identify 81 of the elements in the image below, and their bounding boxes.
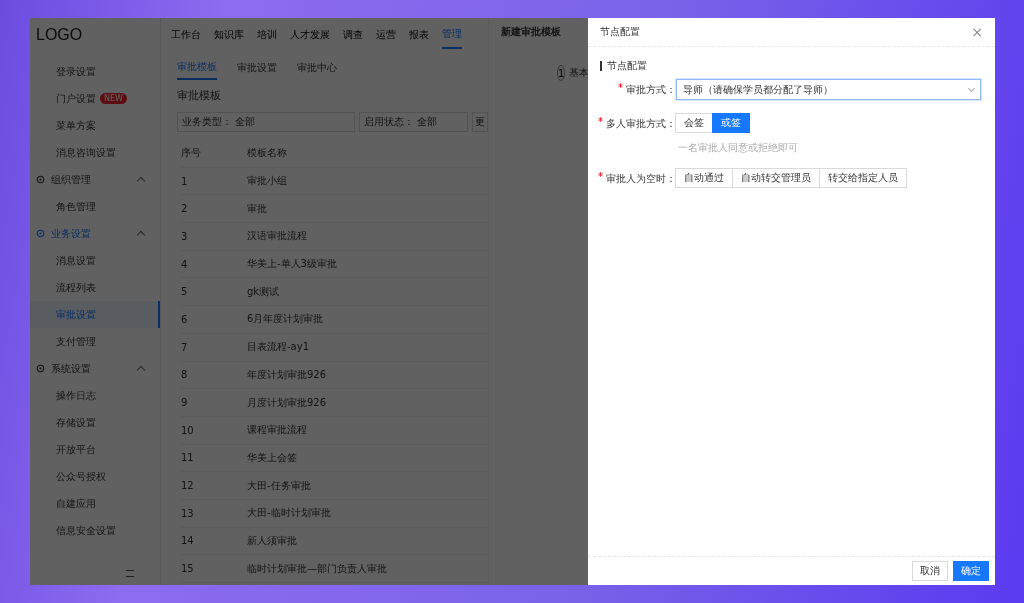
sub-tab[interactable]: 审批中心 <box>297 57 337 79</box>
sidebar-item[interactable]: 菜单方案 <box>30 112 160 139</box>
option-button[interactable]: 或签 <box>712 113 750 133</box>
select-field[interactable]: 导师（请确保学员都分配了导师） <box>676 79 981 100</box>
table-cell-text: 10 <box>181 424 195 436</box>
table-cell-text: 5 <box>181 286 189 298</box>
table-cell: 新人须审批 <box>247 533 297 548</box>
table-cell-text: 2 <box>181 203 189 215</box>
drawer-title: 节点配置 <box>600 25 640 39</box>
table-cell-text: 14 <box>181 535 195 547</box>
nav-tab[interactable]: 培训 <box>257 22 277 48</box>
nav-tab[interactable]: 人才发展 <box>290 22 330 48</box>
option-button[interactable]: 会签 <box>675 113 713 133</box>
field-label: 审批人为空时： <box>606 172 676 186</box>
sidebar-item[interactable]: 操作日志 <box>30 382 160 409</box>
table-cell: 课程审批流程 <box>247 423 307 438</box>
sidebar-item[interactable]: 信息安全设置 <box>30 517 160 544</box>
section-heading: 审批模板 <box>176 88 222 104</box>
option-button[interactable]: 自动通过 <box>675 168 733 188</box>
table-cell-text: 1 <box>181 175 189 187</box>
nav-tab[interactable]: 工作台 <box>171 22 201 48</box>
filter-select[interactable]: 更 <box>472 112 488 132</box>
field-label: 审批方式： <box>626 83 676 97</box>
sidebar-item[interactable]: 自建应用 <box>30 490 160 517</box>
sidebar-item[interactable]: 存储设置 <box>30 409 160 436</box>
sidebar-item[interactable]: 消息咨询设置 <box>30 139 160 166</box>
table-cell: 目表流程-ay1 <box>247 340 310 355</box>
table-cell-text: 8 <box>181 369 189 381</box>
option-button[interactable]: 自动转交管理员 <box>732 168 820 188</box>
table-cell-text: 15 <box>181 563 195 575</box>
confirm-button[interactable]: 确定 <box>953 561 989 581</box>
option-button[interactable]: 转交给指定人员 <box>819 168 907 188</box>
logo: LOGO <box>35 25 84 45</box>
table-cell: 大田-临时计划审批 <box>247 506 331 521</box>
sidebar-group[interactable]: 业务设置 <box>30 220 160 247</box>
sidebar-item[interactable]: 消息设置 <box>30 247 160 274</box>
column-header: 模板名称 <box>247 146 287 161</box>
sidebar-item[interactable]: 流程列表 <box>30 274 160 301</box>
panel-title: 新建审批模板 <box>501 25 562 39</box>
table-cell: 月度计划审批926 <box>247 395 327 410</box>
collapse-icon[interactable] <box>126 569 134 577</box>
sidebar-item[interactable]: 门户设置 NEW <box>30 85 160 112</box>
table-cell: 年度计划审批926 <box>247 367 327 382</box>
sub-tab[interactable]: 审批设置 <box>237 57 277 79</box>
filter-select[interactable]: 业务类型： 全部 <box>177 112 356 132</box>
table-cell-text: 12 <box>181 480 195 492</box>
sidebar-item[interactable]: 角色管理 <box>30 193 160 220</box>
nav-tab[interactable]: 知识库 <box>214 22 244 48</box>
table-cell-text: 3 <box>181 230 189 242</box>
table-cell: 6月年度计划审批 <box>247 312 324 327</box>
sidebar-item[interactable]: 审批设置 <box>30 301 160 328</box>
table-cell-text: 13 <box>181 507 195 519</box>
field-label: 多人审批方式： <box>606 117 676 131</box>
section-title: 节点配置 <box>600 61 981 71</box>
sidebar-item[interactable]: 公众号授权 <box>30 463 160 490</box>
cancel-button[interactable]: 取消 <box>912 561 948 581</box>
table-cell-text: 4 <box>181 258 189 270</box>
table-cell-text: 9 <box>181 397 189 409</box>
close-button[interactable]: × <box>969 25 985 39</box>
column-header: 序号 <box>181 146 202 161</box>
table-cell-text: 7 <box>181 341 189 353</box>
filter-select[interactable]: 启用状态： 全部 <box>359 112 469 132</box>
table-cell-text: 11 <box>181 452 195 464</box>
sidebar-item[interactable]: 登录设置 <box>30 58 160 85</box>
sidebar-item[interactable]: 开放平台 <box>30 436 160 463</box>
nav-tab[interactable]: 运营 <box>376 22 396 48</box>
new-badge: NEW <box>100 93 127 104</box>
nav-tab[interactable]: 报表 <box>409 22 429 48</box>
table-cell: 临时计划审批—部门负责人审批 <box>247 561 387 576</box>
table-cell: 大田-任务审批 <box>247 478 311 493</box>
sidebar-item[interactable]: 支付管理 <box>30 328 160 355</box>
nav-tab[interactable]: 管理 <box>442 21 462 49</box>
sidebar-group[interactable]: 系统设置 <box>30 355 160 382</box>
sub-tab[interactable]: 审批模板 <box>177 56 217 80</box>
table-cell: gk测试 <box>247 284 280 299</box>
nav-tab[interactable]: 调查 <box>343 22 363 48</box>
sidebar-group[interactable]: 组织管理 <box>30 166 160 193</box>
table-cell: 审批小组 <box>247 174 287 189</box>
table-cell: 审批 <box>247 201 267 216</box>
table-cell-text: 6 <box>181 313 189 325</box>
table-cell: 汉语审批流程 <box>247 229 307 244</box>
